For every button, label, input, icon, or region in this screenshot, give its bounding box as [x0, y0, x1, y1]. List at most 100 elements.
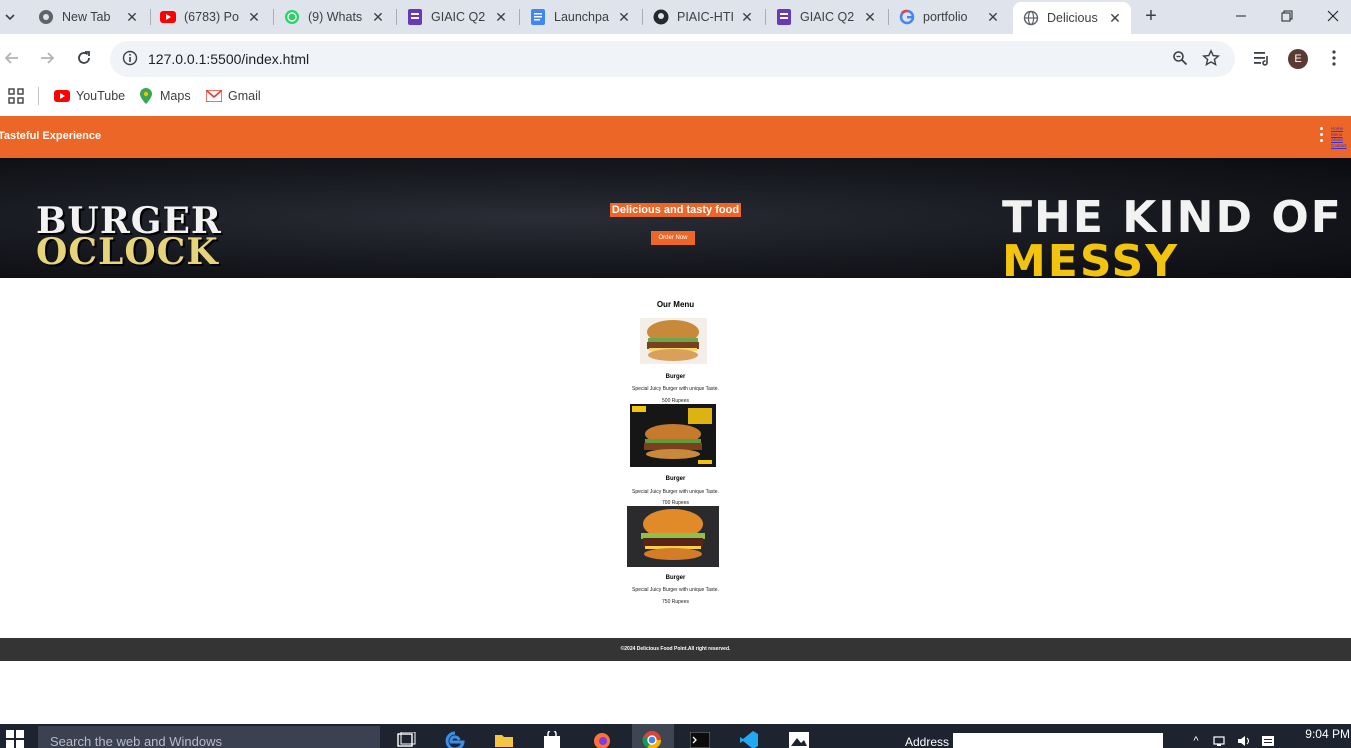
bookmark-maps[interactable]: Maps: [138, 86, 191, 106]
menu-item-description: Special Juicy Burger with unique Taste.: [632, 587, 719, 593]
tab-youtube[interactable]: (6783) Po ✕: [150, 4, 270, 30]
tab-search-chevron-icon[interactable]: [0, 6, 20, 28]
tab-whatsapp[interactable]: (9) Whats ✕: [274, 4, 394, 30]
close-icon[interactable]: ✕: [862, 9, 878, 25]
back-arrow-icon[interactable]: [0, 46, 24, 70]
tab-portfolio[interactable]: portfolio ✕: [889, 4, 1009, 30]
bookmark-gmail[interactable]: Gmail: [206, 86, 261, 106]
taskbar-search-input[interactable]: Search the web and Windows: [38, 726, 380, 748]
windows-taskbar: Search the web and Windows Address ^ 9:0…: [0, 724, 1351, 748]
tab-strip: New Tab ✕ (6783) Po ✕ (9) Whats ✕ GIAIC …: [0, 0, 1351, 34]
site-header: Tasteful Experience Home Menu About Cont…: [0, 116, 1351, 158]
bookmark-star-icon[interactable]: [1202, 49, 1220, 67]
address-bar[interactable]: 127.0.0.1:5500/index.html: [110, 41, 1235, 77]
browser-toolbar: 127.0.0.1:5500/index.html: [0, 34, 1351, 82]
footer-copyright: ©2024 Delicious Food Point.All right res…: [620, 646, 731, 652]
menu-item-price: 750 Rupees: [662, 599, 689, 605]
tab-delicious-active[interactable]: Delicious ✕: [1013, 2, 1131, 34]
tab-title: New Tab: [62, 10, 111, 24]
docs-icon: [530, 9, 546, 25]
edge-icon[interactable]: [444, 730, 466, 748]
close-icon[interactable]: ✕: [370, 9, 386, 25]
whatsapp-icon: [284, 9, 300, 25]
tab-new-tab[interactable]: New Tab ✕: [28, 4, 148, 30]
menu-item-image: [627, 506, 719, 567]
menu-item-name: Burger: [665, 374, 686, 380]
url-text[interactable]: 127.0.0.1:5500/index.html: [148, 51, 309, 67]
media-queue-icon[interactable]: [1252, 48, 1272, 68]
menu-item-image: [630, 404, 716, 467]
close-icon[interactable]: ✕: [985, 9, 1001, 25]
tab-launchpad[interactable]: Launchpa ✕: [520, 4, 640, 30]
menu-item-name: Burger: [665, 575, 686, 581]
bookmark-label: Maps: [160, 89, 191, 103]
address-toolbar-input[interactable]: [953, 733, 1163, 748]
volume-icon[interactable]: [1236, 734, 1252, 748]
windows-start-icon[interactable]: [6, 730, 24, 748]
profile-avatar[interactable]: E: [1288, 49, 1308, 69]
globe-icon: [1023, 10, 1039, 26]
menu-kebab-icon[interactable]: [1320, 127, 1324, 147]
file-explorer-icon[interactable]: [493, 730, 515, 748]
new-tab-button[interactable]: +: [1140, 5, 1162, 27]
close-icon[interactable]: ✕: [246, 9, 262, 25]
tab-title: (9) Whats: [308, 10, 363, 24]
menu-item-name: Burger: [665, 476, 686, 482]
site-footer: ©2024 Delicious Food Point.All right res…: [0, 638, 1351, 661]
youtube-icon: [160, 9, 176, 25]
close-icon[interactable]: ✕: [739, 9, 755, 25]
bookmark-label: YouTube: [76, 89, 126, 103]
bookmark-divider: [38, 87, 39, 105]
forward-arrow-icon[interactable]: [35, 46, 59, 70]
tab-giaic-forms-2[interactable]: GIAIC Q2 ✕: [766, 4, 886, 30]
vscode-icon[interactable]: [738, 730, 760, 748]
address-toolbar-label: Address: [905, 735, 950, 748]
restore-icon[interactable]: [1264, 0, 1310, 32]
tab-github[interactable]: PIAIC-HTI ✕: [643, 4, 763, 30]
more-options-icon[interactable]: [1324, 48, 1344, 68]
tab-title: GIAIC Q2: [800, 10, 855, 24]
gmail-icon: [206, 88, 222, 104]
bookmark-youtube[interactable]: YouTube: [54, 86, 125, 106]
taskbar-clock[interactable]: 9:04 PM: [1284, 727, 1350, 741]
bookmark-label: Gmail: [228, 89, 261, 103]
nav-link-contact[interactable]: Contact: [1331, 143, 1351, 149]
close-icon[interactable]: ✕: [124, 9, 140, 25]
order-now-button[interactable]: Order Now: [651, 231, 695, 245]
tab-title: GIAIC Q2: [431, 10, 486, 24]
menu-title: Our Menu: [656, 300, 695, 309]
bookmarks-bar: YouTube Maps Gmail: [0, 82, 1351, 110]
tab-giaic-forms-1[interactable]: GIAIC Q2 ✕: [397, 4, 517, 30]
menu-item-image: [640, 318, 707, 364]
firefox-icon[interactable]: [591, 730, 613, 748]
store-icon[interactable]: [541, 730, 563, 748]
close-icon[interactable]: ✕: [1107, 10, 1123, 26]
forms-icon: [776, 9, 792, 25]
site-nav: Home Menu About Contact: [1331, 126, 1351, 148]
zoom-icon[interactable]: [1172, 50, 1188, 66]
site-brand[interactable]: Tasteful Experience: [0, 130, 101, 142]
minimize-icon[interactable]: [1218, 0, 1264, 32]
notifications-icon[interactable]: [1260, 734, 1276, 748]
chrome-icon[interactable]: [641, 730, 663, 748]
task-view-icon[interactable]: [395, 730, 417, 748]
tab-title: (6783) Po: [184, 10, 239, 24]
apps-grid-icon[interactable]: [8, 88, 24, 104]
youtube-icon: [54, 88, 70, 104]
chevron-up-icon[interactable]: ^: [1188, 734, 1204, 748]
close-icon[interactable]: ✕: [493, 9, 509, 25]
close-icon[interactable]: ✕: [616, 9, 632, 25]
network-icon[interactable]: [1212, 734, 1228, 748]
site-info-icon[interactable]: [122, 50, 138, 66]
tab-title: PIAIC-HTI: [677, 10, 734, 24]
hero-right-line2: MESSY: [1002, 236, 1180, 279]
hero-tagline: Delicious and tasty food: [0, 200, 1351, 218]
window-close-icon[interactable]: [1310, 0, 1351, 32]
reload-icon[interactable]: [72, 46, 96, 70]
google-icon: [899, 9, 915, 25]
menu-item-description: Special Juicy Burger with unique Taste.: [632, 489, 719, 495]
menu-item-description: Special Juicy Burger with unique Taste.: [632, 386, 719, 392]
tab-title: Launchpa: [554, 10, 609, 24]
terminal-icon[interactable]: [689, 730, 711, 748]
photos-icon[interactable]: [788, 730, 810, 748]
